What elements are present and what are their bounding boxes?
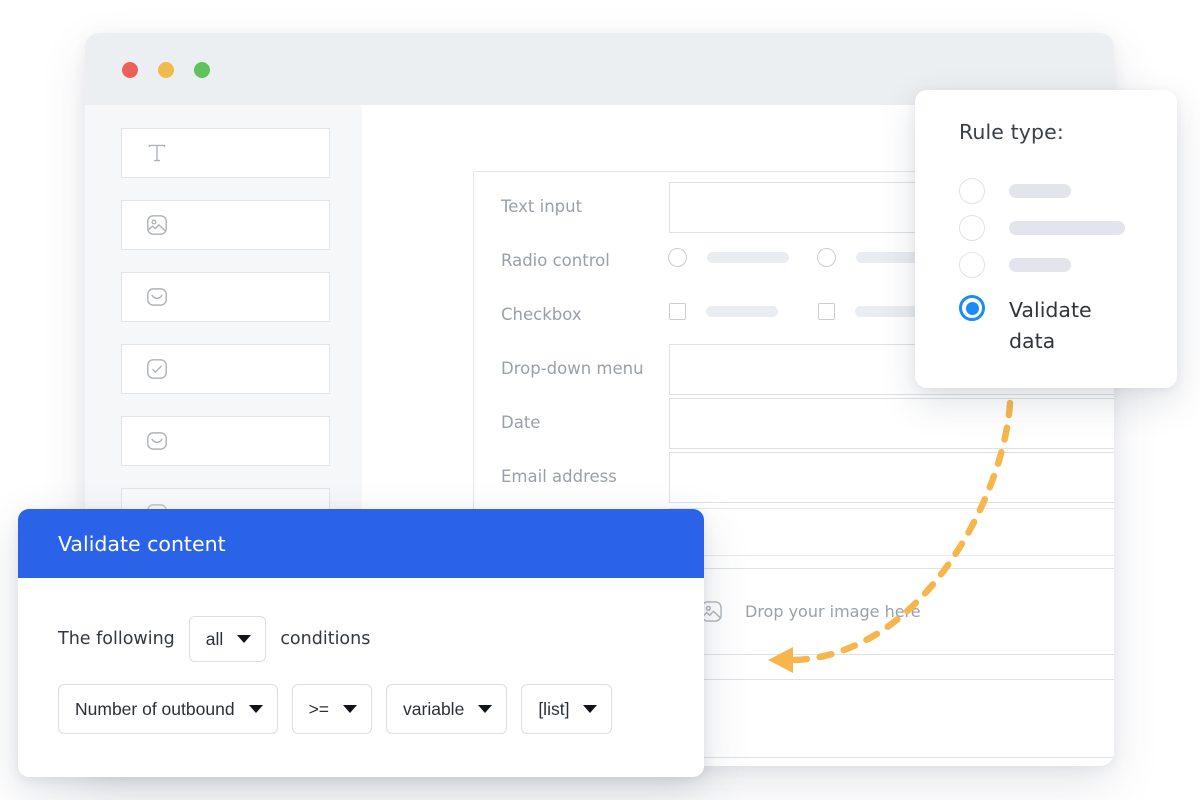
checkbox-icon[interactable]: [818, 303, 835, 320]
dropzone-label: Drop your image here: [745, 602, 921, 621]
chevron-down-icon: [248, 705, 263, 713]
envelope-icon: [144, 428, 170, 454]
rule-option-validate-data[interactable]: Validate data: [959, 295, 1177, 357]
email-input[interactable]: [669, 452, 1114, 503]
textarea-field[interactable]: [669, 679, 1114, 758]
rule-option-1[interactable]: [959, 172, 1177, 209]
chevron-down-icon: [478, 705, 493, 713]
field-select[interactable]: Number of outbound: [58, 684, 278, 734]
rule-type-options: Validate data: [959, 172, 1177, 357]
match-type-select[interactable]: all: [188, 616, 267, 662]
rule-option-label-placeholder: [1009, 257, 1071, 272]
sidebar-item-envelope-2[interactable]: [121, 416, 330, 466]
radio-icon[interactable]: [959, 214, 985, 241]
rule-type-title: Rule type:: [959, 120, 1064, 144]
chevron-down-icon: [343, 705, 358, 713]
checkmark-box-icon: [144, 356, 170, 382]
radio-option-1[interactable]: [668, 248, 789, 267]
field-select-value: Number of outbound: [75, 698, 235, 719]
rule-option-2[interactable]: [959, 209, 1177, 246]
sidebar-item-checkbox[interactable]: [121, 344, 330, 394]
maximize-window-button[interactable]: [194, 62, 210, 78]
text-icon: [144, 140, 170, 166]
envelope-icon: [144, 284, 170, 310]
condition-suffix-label: conditions: [280, 629, 371, 649]
valuetype-select-value: variable: [403, 698, 465, 719]
label-text-input: Text input: [501, 197, 583, 216]
condition-sentence: The following all conditions: [58, 616, 704, 662]
rule-option-label: Validate data: [1009, 298, 1092, 354]
validate-content-dialog: Validate content The following all condi…: [18, 509, 704, 777]
label-date: Date: [501, 413, 541, 432]
sidebar-item-image[interactable]: [121, 200, 330, 250]
form-row-spacer: [669, 508, 1114, 556]
image-icon: [144, 212, 170, 238]
sidebar-item-envelope-1[interactable]: [121, 272, 330, 322]
checkbox-option-1[interactable]: [669, 303, 778, 320]
rule-option-label-placeholder: [1009, 220, 1125, 235]
radio-label-placeholder: [707, 252, 789, 263]
date-input[interactable]: [669, 398, 1114, 449]
radio-icon[interactable]: [959, 177, 985, 204]
operator-select-value: >=: [308, 698, 330, 719]
rule-option-label-placeholder: [1009, 183, 1071, 198]
image-dropzone[interactable]: Drop your image here: [669, 568, 1114, 655]
condition-row: Number of outbound >= variable [list]: [58, 684, 704, 734]
dialog-body: The following all conditions Number of o…: [18, 578, 704, 734]
radio-selected-icon[interactable]: [959, 295, 985, 321]
radio-icon[interactable]: [959, 251, 985, 278]
radio-icon[interactable]: [817, 248, 836, 267]
label-checkbox: Checkbox: [501, 305, 582, 324]
label-radio-control: Radio control: [501, 251, 610, 270]
dialog-header: Validate content: [18, 509, 704, 578]
screenshot-stage: Text input Radio control Checkbox Drop-d…: [0, 0, 1200, 800]
sidebar-item-text[interactable]: [121, 128, 330, 178]
valuetype-select[interactable]: variable: [386, 684, 508, 734]
checkbox-label-placeholder: [706, 306, 778, 317]
dialog-title: Validate content: [58, 531, 226, 556]
minimize-window-button[interactable]: [158, 62, 174, 78]
chevron-down-icon: [583, 705, 598, 713]
rule-type-panel: Rule type: Validate data: [915, 90, 1177, 388]
radio-icon[interactable]: [668, 248, 687, 267]
chevron-down-icon: [237, 635, 252, 643]
match-type-value: all: [205, 628, 224, 649]
label-dropdown-menu: Drop-down menu: [501, 359, 644, 378]
rule-option-3[interactable]: [959, 246, 1177, 283]
checkbox-icon[interactable]: [669, 303, 686, 320]
condition-prefix-label: The following: [58, 629, 175, 649]
checkbox-option-2[interactable]: [818, 303, 927, 320]
list-select-value: [list]: [538, 698, 570, 719]
operator-select[interactable]: >=: [291, 684, 373, 734]
label-email-address: Email address: [501, 467, 617, 486]
list-select[interactable]: [list]: [521, 684, 613, 734]
close-window-button[interactable]: [122, 62, 138, 78]
window-controls: [122, 62, 210, 78]
